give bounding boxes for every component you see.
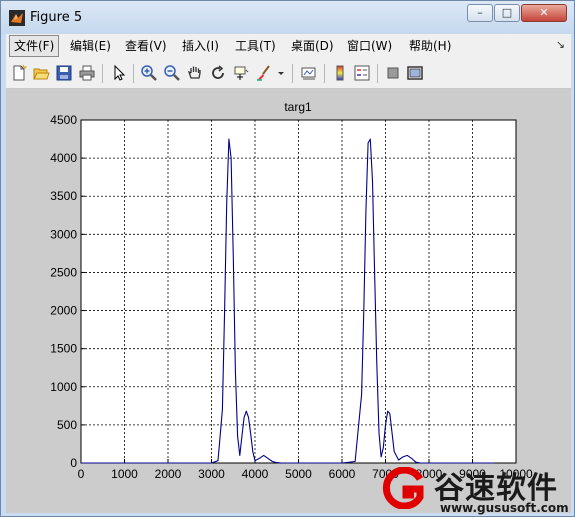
y-tick-label: 3000 [50,227,77,241]
figure-window: Figure 5 – □ ✕ 文件(F) 编辑(E) 查看(V) 插入(I) 工… [0,0,575,517]
brush-dropdown-icon[interactable] [276,64,286,82]
menu-view[interactable]: 查看(V) [121,36,171,56]
show-plot-tools-icon[interactable] [406,64,424,82]
toolbar-separator [324,64,325,83]
link-plot-icon[interactable] [300,64,318,82]
toolbar-separator [133,64,134,83]
y-tick-label: 4500 [50,113,77,127]
figure-canvas: 0 1000 2000 3000 4000 5000 6000 7000 8000 9000 100… [6,89,571,513]
y-tick-label: 1000 [50,380,77,394]
rotate-3d-icon[interactable] [209,64,227,82]
y-tick-label: 2500 [50,265,77,279]
y-tick-label: 0 [70,456,77,470]
menu-desktop[interactable]: 桌面(D) [287,36,338,56]
x-tick-label: 2000 [155,467,182,481]
open-file-icon[interactable] [32,64,50,82]
toolbar-separator [292,64,293,83]
zoom-in-icon[interactable] [140,64,158,82]
menu-window[interactable]: 窗口(W) [343,36,396,56]
x-tick-label: 1000 [111,467,138,481]
title-bar[interactable]: Figure 5 – □ ✕ [1,1,574,34]
print-icon[interactable] [78,64,96,82]
window-title: Figure 5 [30,10,83,25]
pointer-icon[interactable] [110,64,128,82]
y-tick-label: 4000 [50,151,77,165]
gusu-logo-icon [382,467,424,509]
x-tick-label: 6000 [329,467,356,481]
x-tick-label: 0 [78,467,85,481]
menu-help[interactable]: 帮助(H) [405,36,455,56]
y-tick-label: 3500 [50,189,77,203]
x-tick-label: 5000 [285,467,312,481]
data-cursor-icon[interactable] [232,64,250,82]
axes-box [80,119,517,464]
minimize-button[interactable]: – [467,4,493,22]
watermark: 谷速软件 www.gususoft.com [376,463,575,517]
matlab-icon [9,10,25,26]
x-tick-label: 3000 [198,467,225,481]
menu-bar: 文件(F) 编辑(E) 查看(V) 插入(I) 工具(T) 桌面(D) 窗口(W… [6,34,571,60]
close-button[interactable]: ✕ [521,4,567,22]
new-figure-icon[interactable] [10,64,28,82]
menu-tools[interactable]: 工具(T) [231,36,280,56]
legend-icon[interactable] [353,64,371,82]
y-tick-label: 2000 [50,304,77,318]
menu-edit[interactable]: 编辑(E) [66,36,115,56]
colorbar-icon[interactable] [331,64,349,82]
save-icon[interactable] [55,64,73,82]
menu-insert[interactable]: 插入(I) [178,36,223,56]
chart-title: targ1 [284,100,312,114]
watermark-url: www.gususoft.com [440,501,569,515]
hide-plot-tools-icon[interactable] [384,64,402,82]
toolbar-separator [377,64,378,83]
y-tick-label: 500 [57,418,77,432]
toolbar [6,59,571,89]
restore-button[interactable]: □ [494,4,520,22]
brush-icon[interactable] [255,64,273,82]
zoom-out-icon[interactable] [163,64,181,82]
menu-file[interactable]: 文件(F) [9,35,60,57]
y-tick-label: 1500 [50,342,77,356]
x-tick-label: 4000 [242,467,269,481]
pan-hand-icon[interactable] [186,64,204,82]
toolbar-separator [102,64,103,83]
menu-overflow-icon[interactable]: ↘ [556,38,565,51]
plot-area[interactable]: 0 1000 2000 3000 4000 5000 6000 7000 8000 9000 100… [6,89,571,513]
